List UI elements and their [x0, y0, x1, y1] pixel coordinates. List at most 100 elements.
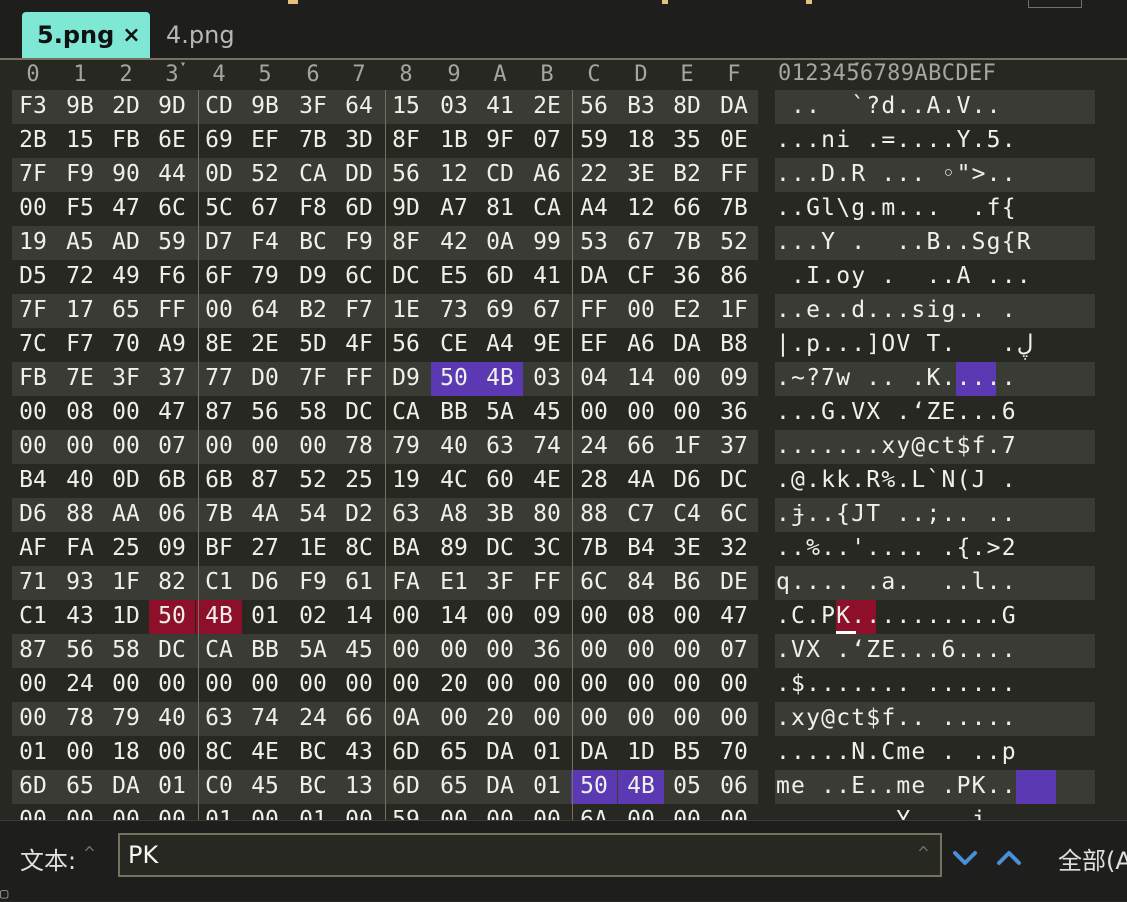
hex-byte[interactable]: B2: [664, 161, 710, 187]
hex-byte[interactable]: 03: [431, 93, 477, 119]
hex-byte[interactable]: 00: [57, 807, 103, 820]
hex-byte[interactable]: 19: [10, 229, 56, 255]
hex-byte[interactable]: 88: [571, 501, 617, 527]
hex-byte[interactable]: 00: [571, 705, 617, 731]
hex-byte[interactable]: BA: [383, 535, 429, 561]
hex-byte[interactable]: 4E: [524, 467, 570, 493]
hex-byte[interactable]: 36: [664, 263, 710, 289]
hex-byte[interactable]: 50: [431, 365, 477, 391]
hex-byte[interactable]: 6D: [477, 263, 523, 289]
hex-byte[interactable]: 7B: [571, 535, 617, 561]
hex-byte[interactable]: 00: [57, 739, 103, 765]
hex-byte[interactable]: 8F: [383, 127, 429, 153]
hex-byte[interactable]: 01: [149, 773, 195, 799]
hex-byte[interactable]: 87: [10, 637, 56, 663]
ascii-text[interactable]: .xy@ct$f.. .....: [776, 705, 1017, 731]
hex-byte[interactable]: 66: [618, 433, 664, 459]
hex-byte[interactable]: 6C: [149, 195, 195, 221]
hex-byte[interactable]: C0: [196, 773, 242, 799]
hex-byte[interactable]: 1D: [618, 739, 664, 765]
hex-byte[interactable]: DC: [711, 467, 757, 493]
hex-byte[interactable]: 8D: [664, 93, 710, 119]
hex-byte[interactable]: F7: [336, 297, 382, 323]
hex-byte[interactable]: D6: [242, 569, 288, 595]
hex-byte[interactable]: 00: [524, 807, 570, 820]
hex-byte[interactable]: 01: [196, 807, 242, 820]
hex-byte[interactable]: 67: [524, 297, 570, 323]
find-previous-button[interactable]: [994, 843, 1024, 873]
hex-byte[interactable]: 1D: [103, 603, 149, 629]
hex-byte[interactable]: 59: [149, 229, 195, 255]
hex-byte[interactable]: 22: [571, 161, 617, 187]
hex-byte[interactable]: 00: [290, 433, 336, 459]
hex-byte[interactable]: 00: [103, 433, 149, 459]
hex-byte[interactable]: 00: [383, 637, 429, 663]
hex-byte[interactable]: 00: [10, 807, 56, 820]
hex-byte[interactable]: 2D: [103, 93, 149, 119]
hex-byte[interactable]: 15: [383, 93, 429, 119]
hex-byte[interactable]: FF: [711, 161, 757, 187]
hex-byte[interactable]: 00: [664, 671, 710, 697]
hex-byte[interactable]: FF: [571, 297, 617, 323]
ascii-text[interactable]: ...G.VX .‘ZE...6: [776, 399, 1017, 425]
hex-byte[interactable]: 78: [57, 705, 103, 731]
hex-byte[interactable]: 08: [57, 399, 103, 425]
hex-byte[interactable]: 70: [103, 331, 149, 357]
ascii-text[interactable]: .VX .‘ZE...6....: [776, 637, 1017, 663]
hex-byte[interactable]: 56: [383, 331, 429, 357]
hex-byte[interactable]: CA: [524, 195, 570, 221]
hex-byte[interactable]: 59: [571, 127, 617, 153]
hex-byte[interactable]: 3E: [664, 535, 710, 561]
hex-byte[interactable]: 3E: [618, 161, 664, 187]
chevron-up-icon[interactable]: ^: [918, 843, 929, 864]
hex-byte[interactable]: B8: [711, 331, 757, 357]
hex-byte[interactable]: B4: [10, 467, 56, 493]
hex-byte[interactable]: EF: [571, 331, 617, 357]
hex-byte[interactable]: 6A: [571, 807, 617, 820]
hex-byte[interactable]: D6: [10, 501, 56, 527]
hex-byte[interactable]: 00: [431, 637, 477, 663]
hex-byte[interactable]: DC: [336, 399, 382, 425]
hex-byte[interactable]: 47: [103, 195, 149, 221]
hex-byte[interactable]: 60: [477, 467, 523, 493]
hex-byte[interactable]: BB: [242, 637, 288, 663]
hex-byte[interactable]: 14: [336, 603, 382, 629]
hex-byte[interactable]: 00: [664, 365, 710, 391]
hex-byte[interactable]: 93: [57, 569, 103, 595]
hex-byte[interactable]: 4E: [242, 739, 288, 765]
hex-byte[interactable]: 20: [431, 671, 477, 697]
hex-byte[interactable]: 03: [524, 365, 570, 391]
hex-byte[interactable]: 86: [711, 263, 757, 289]
hex-byte[interactable]: 64: [242, 297, 288, 323]
hex-byte[interactable]: CA: [290, 161, 336, 187]
hex-byte[interactable]: C4: [664, 501, 710, 527]
ascii-text[interactable]: q.... .a. ..l..: [776, 569, 1017, 595]
hex-byte[interactable]: 36: [711, 399, 757, 425]
hex-byte[interactable]: 81: [477, 195, 523, 221]
hex-byte[interactable]: 07: [149, 433, 195, 459]
hex-byte[interactable]: 7F: [10, 161, 56, 187]
hex-byte[interactable]: 5A: [290, 637, 336, 663]
hex-byte[interactable]: 71: [10, 569, 56, 595]
hex-byte[interactable]: 17: [57, 297, 103, 323]
hex-byte[interactable]: 8C: [196, 739, 242, 765]
hex-byte[interactable]: 32: [711, 535, 757, 561]
hex-byte[interactable]: 6C: [711, 501, 757, 527]
hex-byte[interactable]: 36: [524, 637, 570, 663]
hex-byte[interactable]: 2E: [242, 331, 288, 357]
hex-byte[interactable]: 00: [524, 671, 570, 697]
hex-byte[interactable]: F5: [57, 195, 103, 221]
hex-byte[interactable]: 00: [711, 705, 757, 731]
hex-byte[interactable]: 00: [10, 671, 56, 697]
find-next-button[interactable]: [950, 843, 980, 873]
hex-byte[interactable]: 6E: [149, 127, 195, 153]
hex-byte[interactable]: 8C: [336, 535, 382, 561]
hex-byte[interactable]: 0A: [477, 229, 523, 255]
hex-byte[interactable]: A4: [571, 195, 617, 221]
hex-byte[interactable]: 18: [103, 739, 149, 765]
hex-byte[interactable]: 4B: [196, 603, 242, 629]
hex-byte[interactable]: DA: [571, 739, 617, 765]
hex-byte[interactable]: 87: [196, 399, 242, 425]
hex-byte[interactable]: DA: [664, 331, 710, 357]
hex-byte[interactable]: 00: [242, 671, 288, 697]
